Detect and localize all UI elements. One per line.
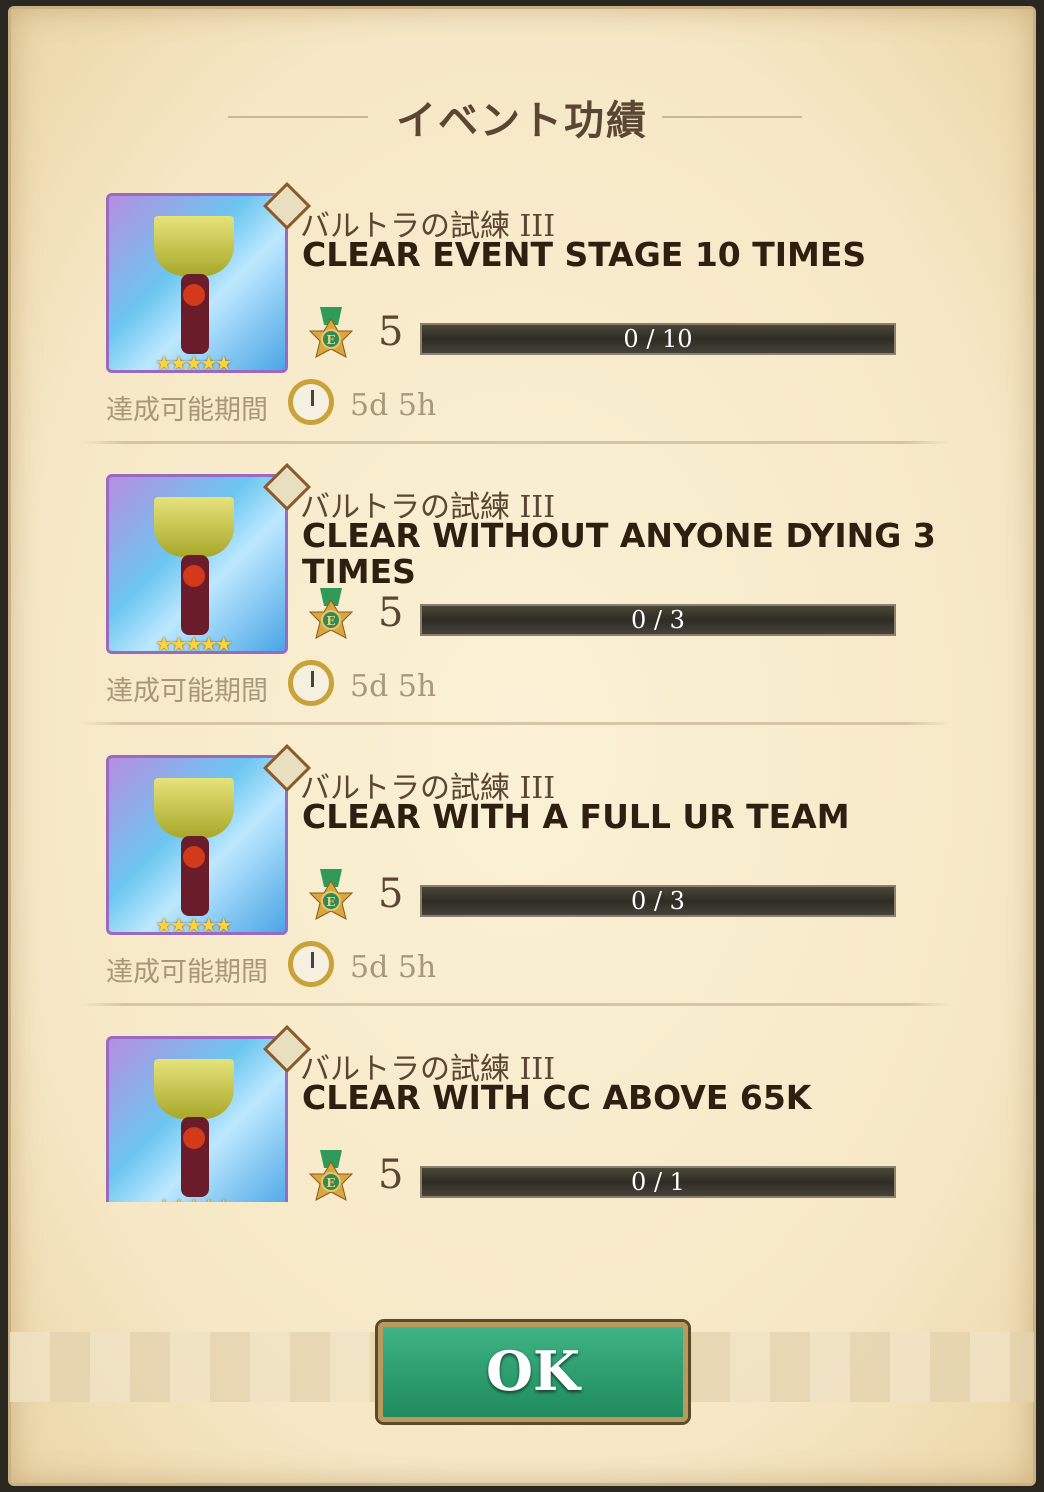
achievement-description: CLEAR WITH A FULL UR TEAM (302, 797, 850, 836)
ok-button[interactable]: OK (378, 1322, 688, 1422)
reward-count: 5 (378, 1152, 404, 1198)
chalice-eye (183, 565, 205, 587)
reward-count: 5 (378, 590, 404, 636)
row-divider (80, 1003, 950, 1006)
svg-text:E: E (326, 333, 335, 347)
achievement-description: CLEAR WITHOUT ANYONE DYING 3 TIMES (302, 516, 936, 591)
event-medal-icon: E (308, 1150, 354, 1201)
achievement-list[interactable]: ★★★★★ バルトラの試練 III CLEAR EVENT STAGE 10 T… (70, 180, 970, 1202)
chalice-icon (154, 216, 234, 276)
svg-text:E: E (326, 1176, 335, 1190)
progress-text: 0 / 1 (631, 1168, 685, 1196)
achievement-row: ★★★★★ バルトラの試練 III CLEAR WITHOUT ANYONE D… (70, 462, 970, 746)
rarity-stars: ★★★★★ (155, 1194, 233, 1202)
row-divider (80, 441, 950, 444)
header: イベント功績 (0, 88, 1044, 146)
row-divider (80, 722, 950, 725)
achievement-row: ★★★★★ バルトラの試練 III CLEAR WITH A FULL UR T… (70, 743, 970, 1027)
time-remaining: 5d 5h (350, 669, 437, 704)
progress-bar: 0 / 3 (420, 604, 896, 636)
chalice-icon (154, 778, 234, 838)
dialog-title: イベント功績 (396, 97, 648, 144)
chalice-eye (183, 1127, 205, 1149)
stopwatch-icon (288, 660, 334, 706)
achievement-description: CLEAR WITH CC ABOVE 65K (302, 1078, 812, 1117)
event-medal-icon: E (308, 869, 354, 920)
reward-item-icon[interactable]: ★★★★★ (106, 193, 288, 373)
reward-count: 5 (378, 309, 404, 355)
rarity-stars: ★★★★★ (155, 632, 233, 654)
stopwatch-icon (288, 941, 334, 987)
stopwatch-icon (288, 379, 334, 425)
achievement-row: ★★★★★ バルトラの試練 III CLEAR EVENT STAGE 10 T… (70, 181, 970, 465)
period-label: 達成可能期間 (106, 676, 268, 707)
reward-item-icon[interactable]: ★★★★★ (106, 755, 288, 935)
progress-text: 0 / 3 (631, 887, 685, 915)
achievement-row: ★★★★★ バルトラの試練 III CLEAR WITH CC ABOVE 65… (70, 1024, 970, 1202)
chalice-icon (154, 1059, 234, 1119)
progress-bar: 0 / 10 (420, 323, 896, 355)
time-remaining: 5d 5h (350, 388, 437, 423)
chalice-icon (154, 497, 234, 557)
reward-item-icon[interactable]: ★★★★★ (106, 474, 288, 654)
reward-count: 5 (378, 871, 404, 917)
achievement-description: CLEAR EVENT STAGE 10 TIMES (302, 235, 867, 274)
progress-bar: 0 / 3 (420, 885, 896, 917)
progress-bar: 0 / 1 (420, 1166, 896, 1198)
rarity-stars: ★★★★★ (155, 913, 233, 935)
event-medal-icon: E (308, 588, 354, 639)
svg-text:E: E (326, 895, 335, 909)
progress-text: 0 / 10 (623, 325, 693, 353)
reward-item-icon[interactable]: ★★★★★ (106, 1036, 288, 1202)
time-remaining: 5d 5h (350, 950, 437, 985)
svg-text:E: E (326, 614, 335, 628)
rarity-stars: ★★★★★ (155, 351, 233, 373)
event-medal-icon: E (308, 307, 354, 358)
chalice-eye (183, 284, 205, 306)
progress-text: 0 / 3 (631, 606, 685, 634)
period-label: 達成可能期間 (106, 957, 268, 988)
period-label: 達成可能期間 (106, 395, 268, 426)
chalice-eye (183, 846, 205, 868)
